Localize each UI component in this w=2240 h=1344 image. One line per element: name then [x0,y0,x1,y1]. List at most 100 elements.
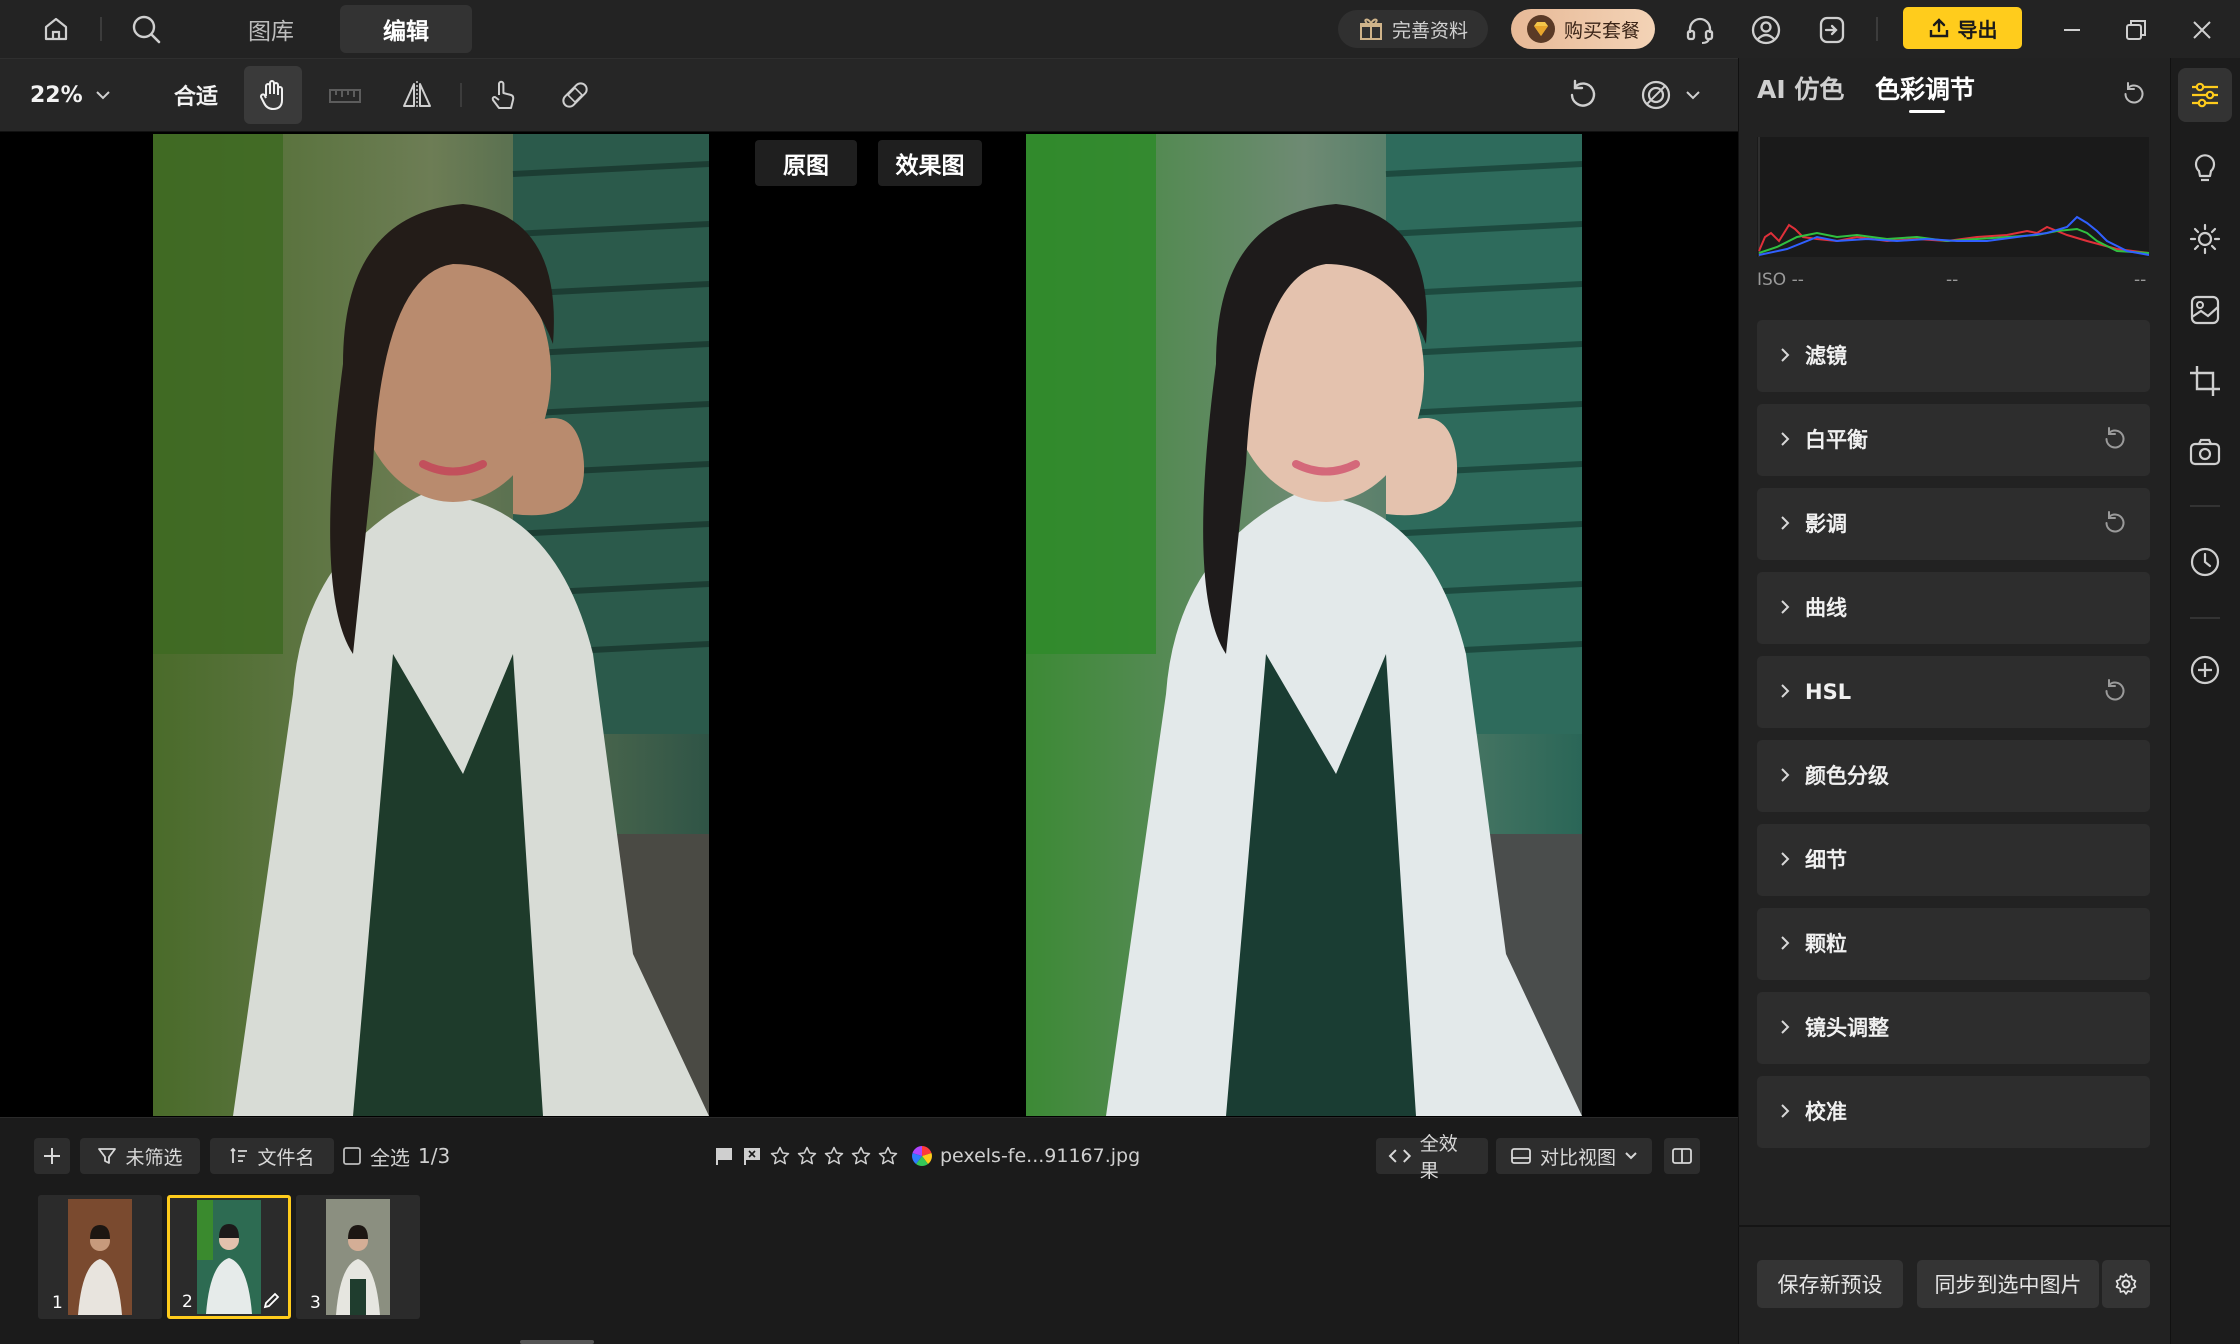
full-effect-button[interactable]: 全效果 [1376,1133,1488,1182]
rail-portrait[interactable] [2178,283,2232,337]
ruler-icon [329,89,361,103]
rail-adjust[interactable] [2178,68,2232,122]
export-button[interactable]: 导出 [1903,7,2022,49]
reset-icon[interactable] [2102,510,2128,536]
after-photo[interactable] [1026,134,1582,1116]
filter-button[interactable]: 未筛选 [80,1138,200,1174]
section-label: 校准 [1805,1100,1847,1124]
ruler-tool[interactable] [316,66,374,124]
rail-crop[interactable] [2178,354,2232,408]
clock-icon [2190,547,2220,577]
section-curves[interactable]: 曲线 [1757,572,2150,644]
bandage-icon [562,82,588,108]
add-photo-button[interactable] [34,1138,70,1174]
select-all-checkbox[interactable]: 全选 1/3 [342,1138,450,1174]
section-filter[interactable]: 滤镜 [1757,320,2150,392]
chevron-right-icon [1781,516,1790,530]
histogram [1757,137,2149,257]
section-color-grading[interactable]: 颜色分级 [1757,740,2150,812]
filter-label: 未筛选 [125,1146,183,1169]
section-calibration[interactable]: 校准 [1757,1076,2150,1148]
thumbnail-3[interactable]: 3 [296,1195,420,1319]
before-photo[interactable] [153,134,709,1116]
sun-icon [2189,223,2221,255]
star-icon[interactable] [824,1146,844,1166]
selection-count: 1/3 [418,1144,451,1168]
star-icon[interactable] [770,1146,790,1166]
reset-all-icon[interactable] [1560,72,1606,118]
compare-view-select[interactable]: 对比视图 [1496,1138,1652,1174]
crop-icon [2190,366,2220,396]
checkbox-icon [343,1147,361,1165]
section-lens-correction[interactable]: 镜头调整 [1757,992,2150,1064]
reset-icon[interactable] [2102,678,2128,704]
rail-light[interactable] [2178,212,2232,266]
section-label: 镜头调整 [1805,1016,1889,1040]
rail-history[interactable] [2178,535,2232,589]
sort-icon [230,1147,248,1163]
camera-icon [2189,438,2221,466]
star-icon[interactable] [797,1146,817,1166]
close-icon[interactable] [2182,10,2222,50]
color-label-icon[interactable] [910,1144,934,1168]
thumbnail-1[interactable]: 1 [38,1195,162,1319]
panel-reset-icon[interactable] [2116,76,2152,112]
home-icon[interactable] [36,12,76,46]
headset-icon[interactable] [1678,10,1722,50]
compare-mode-select[interactable] [1630,72,1710,118]
import-icon[interactable] [1810,10,1854,50]
thumbnail-2[interactable]: 2 [167,1195,291,1319]
sort-label: 文件名 [257,1146,315,1169]
zoom-select[interactable]: 22% [30,74,111,116]
sync-settings-button[interactable] [2102,1260,2150,1308]
divider [2190,617,2220,619]
section-hsl[interactable]: HSL [1757,656,2150,728]
section-detail[interactable]: 细节 [1757,824,2150,896]
minimize-icon[interactable] [2052,10,2092,50]
section-tone[interactable]: 影调 [1757,488,2150,560]
thumbnail-number: 2 [182,1292,193,1312]
fit-button[interactable]: 合适 [166,74,226,116]
complete-profile-label: 完善资料 [1391,19,1468,42]
star-rating[interactable] [770,1144,898,1168]
bandage-tool[interactable] [546,66,604,124]
flag-reject-icon[interactable] [740,1144,764,1168]
tab-color-adjust[interactable]: 色彩调节 [1875,70,1975,106]
split-view-icon [1511,1148,1531,1164]
plus-icon [44,1148,60,1164]
user-icon[interactable] [1744,10,1788,50]
maximize-icon[interactable] [2116,10,2156,50]
filmstrip-scrollbar[interactable] [520,1340,594,1344]
star-icon[interactable] [878,1146,898,1166]
rail-ai[interactable] [2178,141,2232,195]
tab-ai-color-match[interactable]: AI 仿色 [1757,70,1844,106]
tab-library[interactable]: 图库 [220,5,322,53]
touch-tool[interactable] [474,66,532,124]
tab-edit[interactable]: 编辑 [340,5,472,53]
star-icon[interactable] [851,1146,871,1166]
buy-package-button[interactable]: 购买套餐 [1511,9,1655,49]
flip-tool[interactable] [388,66,446,124]
side-by-side-toggle[interactable] [1664,1138,1700,1174]
complete-profile-button[interactable]: 完善资料 [1338,10,1488,48]
chevron-right-icon [1781,432,1790,446]
section-grain[interactable]: 颗粒 [1757,908,2150,980]
flip-icon [403,81,431,109]
sort-button[interactable]: 文件名 [210,1138,334,1174]
image-edit-icon [2190,295,2220,325]
chevron-right-icon [1781,684,1790,698]
section-white-balance[interactable]: 白平衡 [1757,404,2150,476]
divider [100,17,102,41]
thumbnail-number: 1 [52,1293,63,1313]
section-label: HSL [1805,680,1852,704]
full-effect-label: 全效果 [1419,1133,1458,1182]
rail-add[interactable] [2178,643,2232,697]
search-icon[interactable] [126,10,166,48]
divider [1876,17,1878,41]
rail-snapshot[interactable] [2178,425,2232,479]
hand-tool[interactable] [244,66,302,124]
flag-pick-icon[interactable] [712,1144,736,1168]
save-preset-button[interactable]: 保存新预设 [1757,1260,1903,1308]
reset-icon[interactable] [2102,426,2128,452]
sync-selected-button[interactable]: 同步到选中图片 [1917,1260,2099,1308]
